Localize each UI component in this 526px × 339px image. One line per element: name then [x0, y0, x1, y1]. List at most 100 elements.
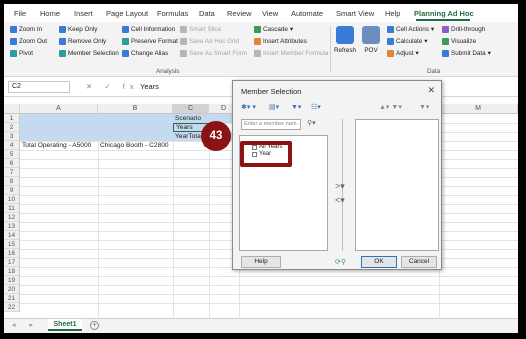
- insert-attributes-button[interactable]: Insert Attributes: [254, 38, 307, 45]
- tab-automate[interactable]: Automate: [291, 9, 323, 18]
- row-header[interactable]: 8: [4, 177, 20, 186]
- tab-review[interactable]: Review: [227, 9, 252, 18]
- tab-page-layout[interactable]: Page Layout: [106, 9, 148, 18]
- search-options-icon[interactable]: ⚲▾: [307, 119, 316, 127]
- row-header[interactable]: 1: [4, 114, 20, 123]
- pov-button[interactable]: POV: [362, 26, 380, 54]
- pivot-button[interactable]: Pivot: [10, 50, 33, 57]
- row-header[interactable]: 22: [4, 303, 20, 312]
- ok-button[interactable]: OK: [361, 256, 397, 268]
- row-header[interactable]: 6: [4, 159, 20, 168]
- chevron-down-icon: ▾: [289, 26, 294, 33]
- tab-file[interactable]: File: [14, 9, 26, 18]
- member-search-input[interactable]: Enter a member nam...: [241, 119, 301, 130]
- column-header-a[interactable]: A: [20, 104, 98, 114]
- row-header[interactable]: 14: [4, 231, 20, 240]
- column-header-b[interactable]: B: [98, 104, 173, 114]
- row-header[interactable]: 19: [4, 276, 20, 285]
- annotation-highlight-box: [240, 141, 292, 167]
- dialog-close-icon[interactable]: ✕: [427, 85, 435, 96]
- select-all-corner[interactable]: [4, 104, 20, 114]
- tab-view[interactable]: View: [262, 9, 278, 18]
- row-header[interactable]: 10: [4, 195, 20, 204]
- header-block-highlight: [20, 114, 173, 141]
- column-header-c[interactable]: C: [173, 104, 209, 114]
- sheet-tab-sheet1[interactable]: Sheet1: [48, 319, 82, 331]
- save-ad-hoc-grid-button[interactable]: Save Ad Hoc Grid: [180, 38, 239, 45]
- preserve-format-button[interactable]: Preserve Format: [122, 38, 178, 45]
- cell-a4[interactable]: Total Operating - A5000: [20, 141, 98, 150]
- move-up-down-icons[interactable]: ▲▾ ▼▾: [379, 103, 402, 111]
- zoom-out-icon: [10, 38, 17, 45]
- help-button[interactable]: Help: [241, 256, 281, 268]
- cell-actions-button[interactable]: Cell Actions ▾: [387, 26, 434, 33]
- refresh-button[interactable]: Refresh: [334, 26, 356, 54]
- sheet-nav-arrows[interactable]: ◂ ▸: [12, 321, 39, 329]
- row-header[interactable]: 4: [4, 141, 20, 150]
- view-options-icon[interactable]: ▤▾: [269, 103, 279, 111]
- drill-through-button[interactable]: Drill-through: [442, 26, 485, 33]
- insert-member-formula-button[interactable]: Insert Member Formula: [254, 50, 328, 57]
- row-header[interactable]: 18: [4, 267, 20, 276]
- name-box[interactable]: C2: [8, 81, 70, 93]
- row-header[interactable]: 7: [4, 168, 20, 177]
- adjust-icon: [387, 50, 394, 57]
- insert-formula-icon: [254, 50, 261, 57]
- row-gridline: [20, 285, 518, 286]
- row-header[interactable]: 20: [4, 285, 20, 294]
- cell-b4[interactable]: Chicago Booth - C2800: [98, 141, 173, 150]
- row-header[interactable]: 17: [4, 258, 20, 267]
- row-header[interactable]: 5: [4, 150, 20, 159]
- tab-data[interactable]: Data: [199, 9, 215, 18]
- row-header[interactable]: 11: [4, 204, 20, 213]
- remove-only-button[interactable]: Remove Only: [59, 38, 106, 45]
- adjust-button[interactable]: Adjust ▾: [387, 50, 419, 57]
- tab-planning-ad-hoc[interactable]: Planning Ad Hoc: [414, 9, 474, 18]
- zoom-in-button[interactable]: Zoom In: [10, 26, 42, 33]
- calculate-button[interactable]: Calculate ▾: [387, 38, 427, 45]
- cell-c1[interactable]: Scenario: [173, 114, 239, 123]
- cancel-button[interactable]: Cancel: [401, 256, 437, 268]
- member-selection-button[interactable]: Member Selection: [59, 50, 119, 57]
- chevron-down-icon: ▾: [415, 50, 419, 57]
- tree-options-icon[interactable]: ☷▾: [311, 103, 321, 111]
- chevron-down-icon: ▾: [430, 26, 435, 33]
- row-header[interactable]: 3: [4, 132, 20, 141]
- row-header[interactable]: 2: [4, 123, 20, 132]
- row-header[interactable]: 9: [4, 186, 20, 195]
- cascade-button[interactable]: Cascade ▾: [254, 26, 293, 33]
- row-header[interactable]: 12: [4, 213, 20, 222]
- tab-formulas[interactable]: Formulas: [157, 9, 188, 18]
- tab-smart-view[interactable]: Smart View: [336, 9, 374, 18]
- formula-input[interactable]: Years: [140, 82, 159, 91]
- tab-help[interactable]: Help: [385, 9, 400, 18]
- filter-icon[interactable]: ▼▾: [291, 103, 301, 111]
- remove-only-icon: [59, 38, 66, 45]
- smart-slice-button[interactable]: Smart Slice: [180, 26, 221, 33]
- keep-only-button[interactable]: Keep Only: [59, 26, 97, 33]
- row-header[interactable]: 15: [4, 240, 20, 249]
- column-header-m[interactable]: M: [439, 104, 518, 114]
- zoom-out-button[interactable]: Zoom Out: [10, 38, 47, 45]
- refresh-members-icon[interactable]: ⟳⚲: [335, 258, 346, 266]
- save-as-smart-form-button[interactable]: Save As Smart Form: [180, 50, 247, 57]
- tab-home[interactable]: Home: [40, 9, 60, 18]
- save-grid-icon: [180, 38, 187, 45]
- cascade-icon: [254, 26, 261, 33]
- row-header[interactable]: 16: [4, 249, 20, 258]
- row-header[interactable]: 13: [4, 222, 20, 231]
- add-sheet-icon[interactable]: +: [90, 321, 99, 330]
- cell-information-button[interactable]: Cell Information: [122, 26, 175, 33]
- visualize-button[interactable]: Visualize: [442, 38, 476, 45]
- remove-member-arrow-icon[interactable]: <▾: [335, 195, 345, 206]
- selection-filter-icon[interactable]: ▼▾: [419, 103, 429, 111]
- row-gridline: [20, 276, 518, 277]
- tab-insert[interactable]: Insert: [74, 9, 93, 18]
- row-header[interactable]: 21: [4, 294, 20, 303]
- dimension-selector-icon[interactable]: ✱▾ ▾: [241, 103, 256, 111]
- submit-data-button[interactable]: Submit Data ▾: [442, 50, 491, 57]
- add-member-arrow-icon[interactable]: >▾: [335, 181, 345, 192]
- submit-data-icon: [442, 50, 449, 57]
- change-alias-button[interactable]: Change Alias: [122, 50, 168, 57]
- formula-bar-controls[interactable]: ✕ ✓ fx: [86, 82, 139, 91]
